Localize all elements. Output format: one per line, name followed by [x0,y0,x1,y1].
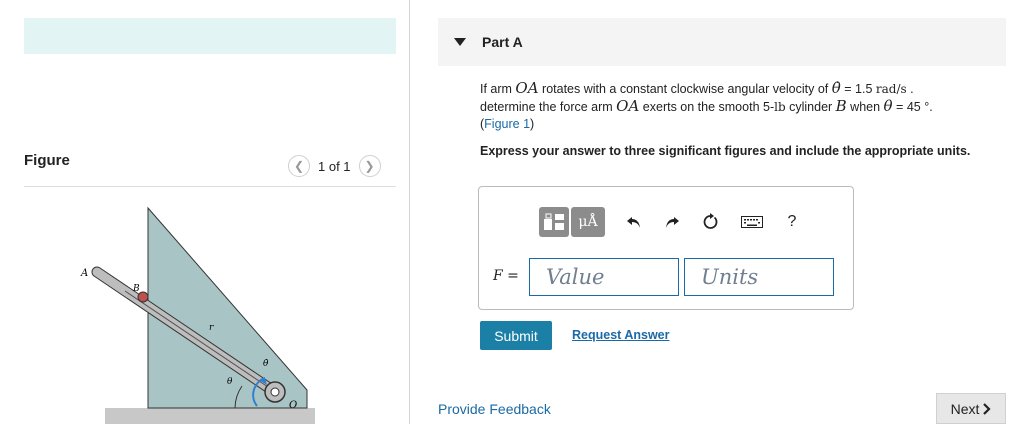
redo-icon[interactable] [657,207,687,237]
figure-panel: Figure ❮ 1 of 1 ❯ A B r θ̇ θ O [0,0,410,424]
mechanism-figure: A B r θ̇ θ O [80,206,315,424]
value-field[interactable] [529,258,679,296]
part-title: Part A [482,34,523,50]
instruction-text: Express your answer to three significant… [480,144,971,158]
figure-banner [24,18,396,54]
question-text: If arm OA rotates with a constant clockw… [480,79,933,132]
figure-divider [24,186,396,187]
math-B: B [835,97,847,115]
math-theta-dot: θ̇ [831,79,841,97]
help-button[interactable]: ? [777,207,807,237]
figure-title: Figure [24,152,70,169]
value-input[interactable] [530,259,678,295]
collapse-triangle-icon[interactable] [454,38,466,46]
pager-label: 1 of 1 [318,158,351,174]
label-theta-dot: θ̇ [263,359,269,369]
ground [105,408,315,424]
math-OA: OA [515,79,539,97]
units-input[interactable] [685,259,833,295]
math-unit: rad/s [875,82,907,96]
templates-icon[interactable] [539,207,569,237]
reset-icon[interactable] [695,207,725,237]
provide-feedback-link[interactable]: Provide Feedback [438,401,551,417]
question-panel: Part A If arm OA rotates with a constant… [410,0,1024,424]
math-toolbar: μÅ ? [539,205,809,239]
request-answer-link[interactable]: Request Answer [572,328,669,342]
figure-pager: ❮ 1 of 1 ❯ [288,155,381,177]
label-A: A [80,268,88,279]
label-O: O [289,400,297,411]
undo-icon[interactable] [619,207,649,237]
submit-button[interactable]: Submit [480,321,552,350]
math-theta: θ [883,97,893,115]
label-theta: θ [227,377,233,387]
units-field[interactable] [684,258,834,296]
chevron-left-icon[interactable]: ❮ [288,155,310,177]
chevron-right-icon [983,402,991,415]
units-button[interactable]: μÅ [571,207,605,237]
chevron-right-icon[interactable]: ❯ [358,155,381,177]
label-r: r [209,323,214,333]
answer-box: μÅ ? F = [478,186,854,310]
figure-link[interactable]: Figure 1 [484,117,530,131]
label-B: B [132,284,140,294]
part-header[interactable]: Part A [438,18,1006,66]
force-label: F = [493,268,519,284]
keyboard-icon[interactable] [737,207,767,237]
next-button[interactable]: Next [936,393,1006,424]
